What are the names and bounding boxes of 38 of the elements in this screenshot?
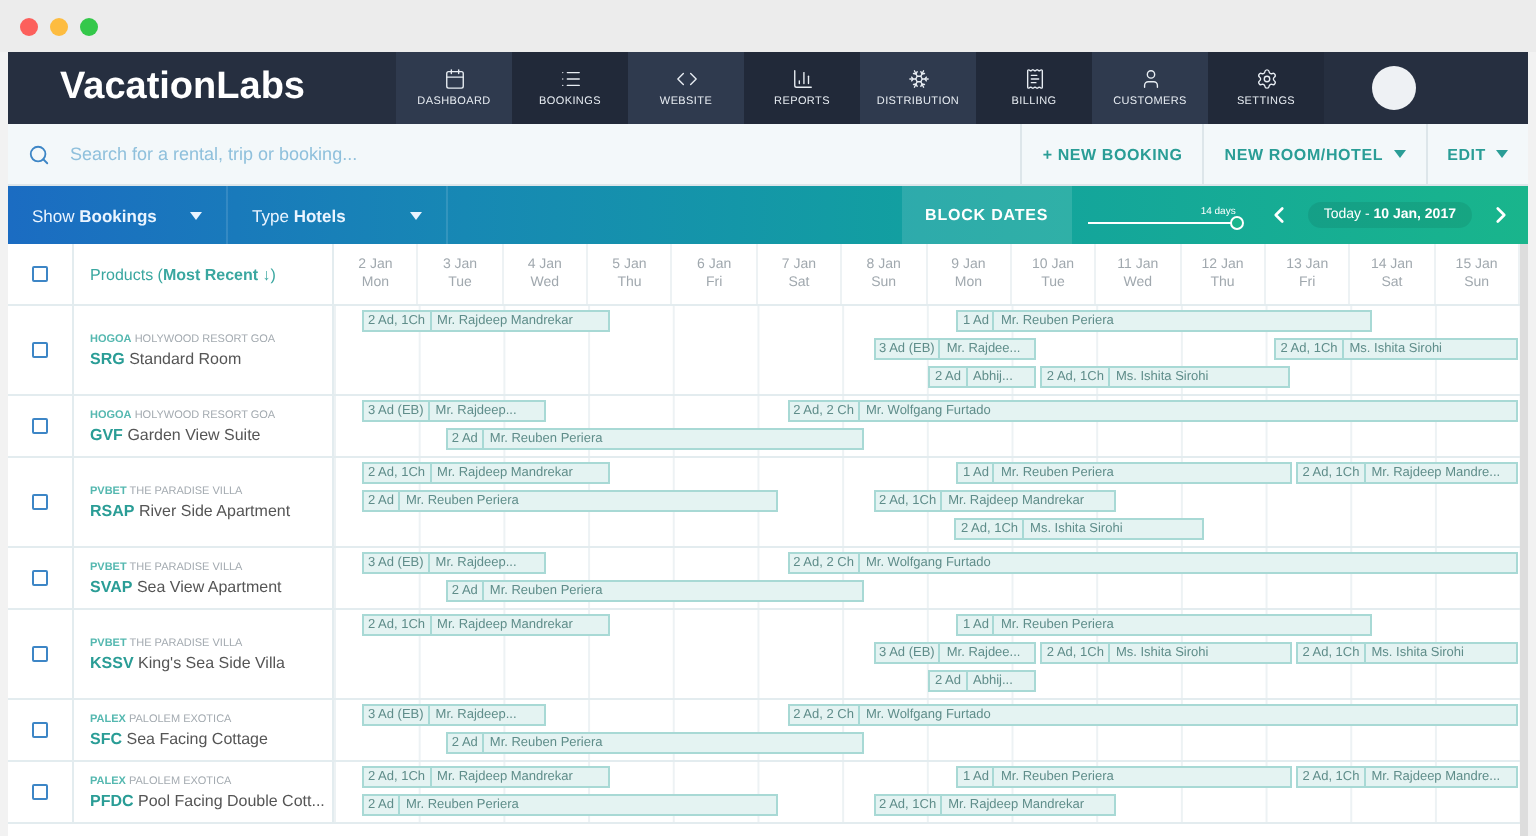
block-dates-button[interactable]: BLOCK DATES <box>901 186 1072 244</box>
product-name[interactable]: RSAP River Side Apartment <box>90 501 332 519</box>
bar-chart-icon <box>791 68 813 90</box>
checkbox[interactable] <box>32 342 48 358</box>
search-icon <box>28 143 50 165</box>
product-name[interactable]: SRG Standard Room <box>90 349 332 367</box>
zoom-dot[interactable] <box>80 17 98 35</box>
checkbox[interactable] <box>32 494 48 510</box>
products-heading[interactable]: Products (Most Recent ↓) <box>90 265 332 283</box>
close-dot[interactable] <box>20 17 38 35</box>
code-icon <box>675 68 697 90</box>
slider-thumb[interactable] <box>1229 216 1244 230</box>
receipt-icon <box>1023 68 1045 90</box>
calendar-icon <box>443 68 465 90</box>
checkbox[interactable] <box>32 722 48 738</box>
product-name[interactable]: KSSV King's Sea Side Villa <box>90 653 332 671</box>
caret-icon <box>1496 150 1508 158</box>
search-field[interactable]: Search for a rental, trip or booking... <box>66 142 594 166</box>
caret-icon <box>1393 150 1406 158</box>
product-name[interactable]: SFC Sea Facing Cottage <box>90 729 332 747</box>
product-name[interactable]: GVF Garden View Suite <box>90 425 332 443</box>
snowflake-icon <box>907 68 929 90</box>
checkbox[interactable] <box>32 418 48 434</box>
product-name[interactable]: SVAP Sea View Apartment <box>90 577 332 595</box>
filter-dropdown[interactable]: Type Hotels <box>228 186 448 244</box>
checkbox[interactable] <box>32 266 48 282</box>
settings-icon <box>1255 68 1277 90</box>
app-logo[interactable]: VacationLabs <box>8 52 396 124</box>
product-name[interactable]: PFDC Pool Facing Double Cott... <box>90 791 332 809</box>
caret-icon <box>190 211 202 219</box>
avatar[interactable] <box>1372 66 1416 110</box>
user-icon <box>1139 68 1161 90</box>
checkbox[interactable] <box>32 646 48 662</box>
minimize-dot[interactable] <box>50 17 68 35</box>
filter-dropdown[interactable]: Show Bookings <box>8 186 228 244</box>
caret-icon <box>410 211 422 219</box>
checkbox[interactable] <box>32 784 48 800</box>
checkbox[interactable] <box>32 570 48 586</box>
